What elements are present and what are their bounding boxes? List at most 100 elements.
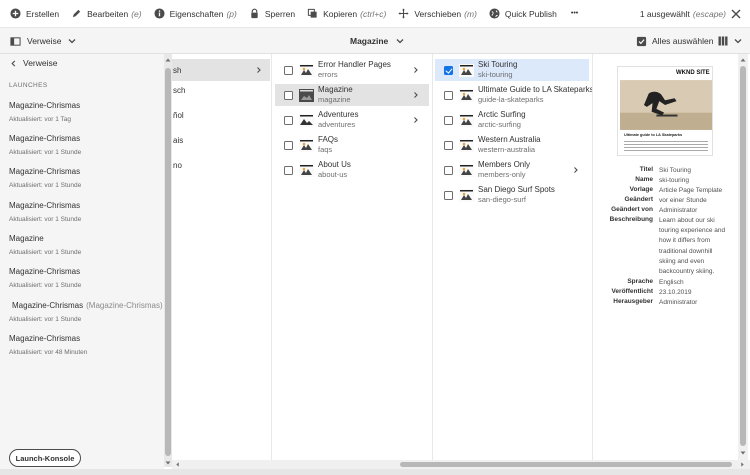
view-switcher[interactable] bbox=[718, 28, 742, 54]
meta-key: Sprache bbox=[627, 278, 653, 285]
launch-updated: Aktualisiert: vor 1 Stunde bbox=[9, 282, 82, 289]
rail-toggle-button[interactable]: Verweise bbox=[10, 28, 76, 54]
scrollbar-thumb[interactable] bbox=[740, 66, 746, 446]
column-item[interactable]: sch bbox=[172, 79, 271, 101]
horizontal-scrollbar[interactable] bbox=[172, 460, 750, 469]
scrollbar-thumb[interactable] bbox=[400, 462, 732, 467]
column-row[interactable]: San Diego Surf Spots san-diego-surf bbox=[435, 184, 589, 206]
column-row[interactable]: Members Only members-only bbox=[435, 159, 589, 181]
vertical-scrollbar[interactable] bbox=[738, 54, 748, 460]
launch-title: Magazine-Chrismas bbox=[9, 201, 81, 210]
row-checkbox[interactable] bbox=[284, 90, 293, 100]
column-row[interactable]: Ultimate Guide to LA Skateparks guide-la-… bbox=[435, 84, 592, 106]
meta-key: Veröffentlicht bbox=[611, 288, 653, 295]
column-row[interactable]: Magazine magazine bbox=[275, 84, 429, 106]
select-all-button[interactable]: Alles auswählen bbox=[636, 28, 713, 54]
column-item[interactable]: ñol bbox=[172, 104, 271, 126]
meta-row: Geändert von Administrator bbox=[594, 206, 738, 216]
more-actions-button[interactable]: ••• bbox=[563, 0, 586, 28]
column-row[interactable]: Adventures adventures bbox=[275, 109, 429, 131]
globe-icon bbox=[489, 8, 500, 19]
chevron-right-icon bbox=[414, 67, 418, 73]
skateboarder-image bbox=[620, 80, 712, 130]
column-site-root: Error Handler Pages errors Magazine magazi… bbox=[273, 54, 433, 460]
launch-console-button[interactable]: Launch-Konsole bbox=[9, 449, 81, 467]
page-title[interactable]: Magazine bbox=[350, 28, 404, 54]
move-button[interactable]: Verschieben (m) bbox=[392, 0, 483, 28]
scroll-left-icon[interactable] bbox=[175, 462, 180, 467]
meta-key: Geändert bbox=[624, 196, 653, 203]
page-thumbnail-icon bbox=[459, 138, 474, 152]
column-row[interactable]: About Us about-us bbox=[275, 159, 429, 181]
column-row[interactable]: FAQs faqs bbox=[275, 134, 429, 156]
meta-value: Administrator bbox=[659, 299, 698, 306]
row-checkbox[interactable] bbox=[284, 65, 293, 75]
launch-title: Magazine-Chrismas bbox=[12, 301, 84, 310]
rail-back-label: Verweise bbox=[23, 58, 58, 68]
scrollbar-thumb[interactable] bbox=[165, 68, 171, 456]
column-site-languages: sh sch ñol ais no bbox=[172, 54, 272, 460]
selection-shortcut: (escape) bbox=[692, 9, 726, 19]
edit-button[interactable]: Bearbeiten (e) bbox=[65, 0, 148, 28]
close-icon[interactable] bbox=[730, 8, 742, 20]
meta-row: Titel Ski Touring bbox=[594, 166, 738, 176]
row-checkbox[interactable] bbox=[444, 115, 453, 125]
selection-count: 1 ausgewählt bbox=[639, 9, 690, 19]
page-url: arctic-surfing bbox=[478, 120, 521, 129]
scroll-right-icon[interactable] bbox=[740, 462, 745, 467]
rail-icon bbox=[10, 36, 21, 46]
copy-label: Kopieren bbox=[323, 8, 358, 19]
launch-item[interactable]: Magazine-Chrismas Aktualisiert: vor 48 M… bbox=[9, 334, 159, 356]
lock-button[interactable]: Sperren bbox=[243, 0, 301, 28]
launches-section-heading: LAUNCHES bbox=[9, 82, 48, 89]
column-item[interactable]: ais bbox=[172, 129, 271, 151]
launch-item[interactable]: Magazine-Chrismas Aktualisiert: vor 1 Ta… bbox=[9, 101, 159, 123]
page-name: Western Australia bbox=[478, 135, 541, 144]
row-checkbox[interactable] bbox=[444, 190, 453, 200]
lock-icon bbox=[251, 8, 258, 19]
column-item-label: ais bbox=[173, 135, 184, 145]
launch-item[interactable]: Magazine-Chrismas Aktualisiert: vor 1 St… bbox=[9, 167, 159, 189]
meta-row: Name ski-touring bbox=[594, 176, 738, 186]
chevron-down-icon bbox=[68, 39, 75, 44]
rail-scrollbar[interactable] bbox=[164, 54, 172, 467]
copy-icon bbox=[307, 8, 317, 18]
row-checkbox[interactable] bbox=[284, 115, 293, 125]
copy-button[interactable]: Kopieren (ctrl+c) bbox=[301, 0, 392, 28]
row-checkbox[interactable] bbox=[444, 165, 453, 175]
column-row[interactable]: Western Australia western-australia bbox=[435, 134, 589, 156]
copy-shortcut: (ctrl+c) bbox=[360, 8, 387, 19]
move-label: Verschieben bbox=[414, 8, 462, 19]
launch-item[interactable]: Magazine-Chrismas (Magazine-Chrismas) Akt… bbox=[9, 301, 163, 323]
quick-publish-label: Quick Publish bbox=[504, 8, 557, 19]
meta-row: Veröffentlicht 23.10.2019 bbox=[594, 288, 738, 298]
column-row[interactable]: Ski Touring ski-touring bbox=[435, 59, 589, 81]
launch-item[interactable]: Magazine-Chrismas Aktualisiert: vor 1 St… bbox=[9, 134, 159, 156]
row-checkbox[interactable] bbox=[444, 65, 453, 75]
meta-row: Sprache Englisch bbox=[594, 278, 738, 288]
meta-value: Article Page Template bbox=[659, 187, 723, 194]
launch-item[interactable]: Magazine Aktualisiert: vor 1 Stunde bbox=[9, 234, 159, 256]
column-item[interactable]: sh bbox=[172, 59, 270, 81]
row-checkbox[interactable] bbox=[284, 165, 293, 175]
properties-button[interactable]: Eigenschaften (p) bbox=[148, 0, 243, 28]
meta-key: Beschreibung bbox=[609, 216, 653, 223]
launch-item[interactable]: Magazine-Chrismas Aktualisiert: vor 1 St… bbox=[9, 201, 159, 223]
page-thumbnail-icon bbox=[299, 63, 314, 77]
column-row[interactable]: Arctic Surfing arctic-surfing bbox=[435, 109, 589, 131]
column-row[interactable]: Error Handler Pages errors bbox=[275, 59, 429, 81]
create-label: Erstellen bbox=[26, 8, 60, 19]
row-checkbox[interactable] bbox=[284, 140, 293, 150]
row-checkbox[interactable] bbox=[444, 90, 453, 100]
create-button[interactable]: Erstellen bbox=[4, 0, 65, 28]
quick-publish-button[interactable]: Quick Publish bbox=[483, 0, 563, 28]
column-item[interactable]: no bbox=[172, 154, 271, 176]
scroll-up-icon[interactable] bbox=[165, 57, 171, 63]
launch-updated: Aktualisiert: vor 1 Stunde bbox=[9, 216, 82, 223]
rail-back-button[interactable]: Verweise bbox=[10, 56, 58, 70]
scroll-down-icon[interactable] bbox=[165, 460, 171, 466]
launch-item[interactable]: Magazine-Chrismas Aktualisiert: vor 1 St… bbox=[9, 267, 159, 289]
row-checkbox[interactable] bbox=[444, 140, 453, 150]
scroll-up-icon[interactable] bbox=[740, 57, 746, 63]
scroll-down-icon[interactable] bbox=[740, 450, 746, 456]
